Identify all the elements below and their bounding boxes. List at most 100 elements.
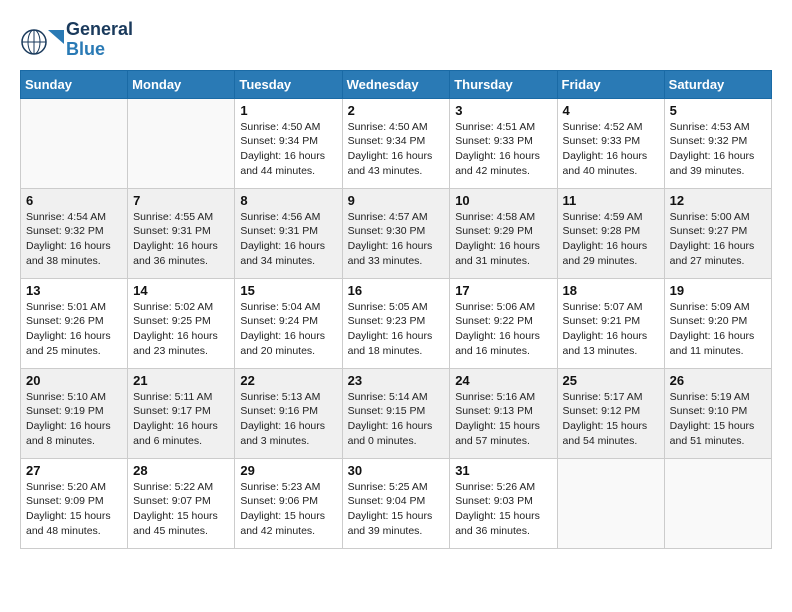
day-info: Sunrise: 5:25 AM Sunset: 9:04 PM Dayligh… (348, 480, 445, 539)
day-info: Sunrise: 5:01 AM Sunset: 9:26 PM Dayligh… (26, 300, 122, 359)
calendar-cell: 15 Sunrise: 5:04 AM Sunset: 9:24 PM Dayli… (235, 278, 342, 368)
calendar-week-row: 6 Sunrise: 4:54 AM Sunset: 9:32 PM Daylig… (21, 188, 772, 278)
day-number: 17 (455, 283, 551, 298)
day-number: 11 (563, 193, 659, 208)
day-info: Sunrise: 4:57 AM Sunset: 9:30 PM Dayligh… (348, 210, 445, 269)
day-info: Sunrise: 5:20 AM Sunset: 9:09 PM Dayligh… (26, 480, 122, 539)
logo-blue-text: Blue (66, 40, 133, 60)
calendar-week-row: 20 Sunrise: 5:10 AM Sunset: 9:19 PM Dayli… (21, 368, 772, 458)
day-info: Sunrise: 5:26 AM Sunset: 9:03 PM Dayligh… (455, 480, 551, 539)
day-info: Sunrise: 5:11 AM Sunset: 9:17 PM Dayligh… (133, 390, 229, 449)
day-info: Sunrise: 4:54 AM Sunset: 9:32 PM Dayligh… (26, 210, 122, 269)
day-header-wednesday: Wednesday (342, 70, 450, 98)
logo-icon (20, 22, 64, 58)
calendar-cell: 5 Sunrise: 4:53 AM Sunset: 9:32 PM Daylig… (664, 98, 771, 188)
day-number: 12 (670, 193, 766, 208)
day-info: Sunrise: 5:22 AM Sunset: 9:07 PM Dayligh… (133, 480, 229, 539)
day-info: Sunrise: 4:52 AM Sunset: 9:33 PM Dayligh… (563, 120, 659, 179)
day-info: Sunrise: 5:09 AM Sunset: 9:20 PM Dayligh… (670, 300, 766, 359)
day-number: 4 (563, 103, 659, 118)
day-info: Sunrise: 5:06 AM Sunset: 9:22 PM Dayligh… (455, 300, 551, 359)
day-info: Sunrise: 5:07 AM Sunset: 9:21 PM Dayligh… (563, 300, 659, 359)
day-number: 31 (455, 463, 551, 478)
calendar-cell: 20 Sunrise: 5:10 AM Sunset: 9:19 PM Dayli… (21, 368, 128, 458)
calendar-cell: 9 Sunrise: 4:57 AM Sunset: 9:30 PM Daylig… (342, 188, 450, 278)
calendar-cell: 19 Sunrise: 5:09 AM Sunset: 9:20 PM Dayli… (664, 278, 771, 368)
day-header-tuesday: Tuesday (235, 70, 342, 98)
day-info: Sunrise: 4:50 AM Sunset: 9:34 PM Dayligh… (240, 120, 336, 179)
calendar-cell: 23 Sunrise: 5:14 AM Sunset: 9:15 PM Dayli… (342, 368, 450, 458)
calendar-cell: 27Sunrise: 5:20 AM Sunset: 9:09 PM Dayli… (21, 458, 128, 548)
day-header-saturday: Saturday (664, 70, 771, 98)
calendar-header-row: SundayMondayTuesdayWednesdayThursdayFrid… (21, 70, 772, 98)
calendar-cell: 17 Sunrise: 5:06 AM Sunset: 9:22 PM Dayli… (450, 278, 557, 368)
day-number: 5 (670, 103, 766, 118)
day-info: Sunrise: 5:10 AM Sunset: 9:19 PM Dayligh… (26, 390, 122, 449)
calendar-cell: 21 Sunrise: 5:11 AM Sunset: 9:17 PM Dayli… (128, 368, 235, 458)
calendar-cell: 26Sunrise: 5:19 AM Sunset: 9:10 PM Dayli… (664, 368, 771, 458)
day-header-sunday: Sunday (21, 70, 128, 98)
day-info: Sunrise: 5:04 AM Sunset: 9:24 PM Dayligh… (240, 300, 336, 359)
calendar-cell: 30 Sunrise: 5:25 AM Sunset: 9:04 PM Dayli… (342, 458, 450, 548)
calendar-cell: 7Sunrise: 4:55 AM Sunset: 9:31 PM Daylig… (128, 188, 235, 278)
day-number: 10 (455, 193, 551, 208)
day-number: 20 (26, 373, 122, 388)
calendar-cell (664, 458, 771, 548)
day-info: Sunrise: 4:50 AM Sunset: 9:34 PM Dayligh… (348, 120, 445, 179)
day-number: 26 (670, 373, 766, 388)
day-info: Sunrise: 5:00 AM Sunset: 9:27 PM Dayligh… (670, 210, 766, 269)
calendar-cell (128, 98, 235, 188)
day-number: 1 (240, 103, 336, 118)
day-info: Sunrise: 5:02 AM Sunset: 9:25 PM Dayligh… (133, 300, 229, 359)
day-header-thursday: Thursday (450, 70, 557, 98)
day-number: 21 (133, 373, 229, 388)
logo: General Blue (20, 20, 133, 60)
calendar-cell: 18 Sunrise: 5:07 AM Sunset: 9:21 PM Dayli… (557, 278, 664, 368)
day-number: 18 (563, 283, 659, 298)
day-number: 8 (240, 193, 336, 208)
day-info: Sunrise: 4:55 AM Sunset: 9:31 PM Dayligh… (133, 210, 229, 269)
day-number: 3 (455, 103, 551, 118)
day-number: 6 (26, 193, 122, 208)
day-header-monday: Monday (128, 70, 235, 98)
calendar-cell: 4 Sunrise: 4:52 AM Sunset: 9:33 PM Daylig… (557, 98, 664, 188)
day-info: Sunrise: 4:51 AM Sunset: 9:33 PM Dayligh… (455, 120, 551, 179)
day-info: Sunrise: 5:13 AM Sunset: 9:16 PM Dayligh… (240, 390, 336, 449)
calendar-cell: 8Sunrise: 4:56 AM Sunset: 9:31 PM Daylig… (235, 188, 342, 278)
calendar-cell: 25Sunrise: 5:17 AM Sunset: 9:12 PM Dayli… (557, 368, 664, 458)
calendar-cell: 6 Sunrise: 4:54 AM Sunset: 9:32 PM Daylig… (21, 188, 128, 278)
calendar-cell (21, 98, 128, 188)
page-header: General Blue (20, 20, 772, 60)
calendar-week-row: 13Sunrise: 5:01 AM Sunset: 9:26 PM Dayli… (21, 278, 772, 368)
calendar-cell: 14Sunrise: 5:02 AM Sunset: 9:25 PM Dayli… (128, 278, 235, 368)
calendar-cell: 31 Sunrise: 5:26 AM Sunset: 9:03 PM Dayli… (450, 458, 557, 548)
day-info: Sunrise: 5:14 AM Sunset: 9:15 PM Dayligh… (348, 390, 445, 449)
day-info: Sunrise: 4:59 AM Sunset: 9:28 PM Dayligh… (563, 210, 659, 269)
day-number: 30 (348, 463, 445, 478)
day-info: Sunrise: 5:05 AM Sunset: 9:23 PM Dayligh… (348, 300, 445, 359)
calendar-cell (557, 458, 664, 548)
calendar-cell: 11 Sunrise: 4:59 AM Sunset: 9:28 PM Dayli… (557, 188, 664, 278)
calendar-cell: 12 Sunrise: 5:00 AM Sunset: 9:27 PM Dayli… (664, 188, 771, 278)
calendar-cell: 1 Sunrise: 4:50 AM Sunset: 9:34 PM Daylig… (235, 98, 342, 188)
day-info: Sunrise: 4:58 AM Sunset: 9:29 PM Dayligh… (455, 210, 551, 269)
day-info: Sunrise: 5:23 AM Sunset: 9:06 PM Dayligh… (240, 480, 336, 539)
day-number: 23 (348, 373, 445, 388)
day-info: Sunrise: 4:53 AM Sunset: 9:32 PM Dayligh… (670, 120, 766, 179)
day-info: Sunrise: 5:16 AM Sunset: 9:13 PM Dayligh… (455, 390, 551, 449)
calendar-cell: 3 Sunrise: 4:51 AM Sunset: 9:33 PM Daylig… (450, 98, 557, 188)
day-number: 15 (240, 283, 336, 298)
day-number: 2 (348, 103, 445, 118)
calendar-cell: 24Sunrise: 5:16 AM Sunset: 9:13 PM Dayli… (450, 368, 557, 458)
calendar-table: SundayMondayTuesdayWednesdayThursdayFrid… (20, 70, 772, 549)
day-number: 19 (670, 283, 766, 298)
calendar-cell: 28 Sunrise: 5:22 AM Sunset: 9:07 PM Dayli… (128, 458, 235, 548)
day-number: 28 (133, 463, 229, 478)
calendar-week-row: 27Sunrise: 5:20 AM Sunset: 9:09 PM Dayli… (21, 458, 772, 548)
day-number: 9 (348, 193, 445, 208)
calendar-cell: 16Sunrise: 5:05 AM Sunset: 9:23 PM Dayli… (342, 278, 450, 368)
day-info: Sunrise: 5:17 AM Sunset: 9:12 PM Dayligh… (563, 390, 659, 449)
calendar-week-row: 1 Sunrise: 4:50 AM Sunset: 9:34 PM Daylig… (21, 98, 772, 188)
calendar-cell: 13Sunrise: 5:01 AM Sunset: 9:26 PM Dayli… (21, 278, 128, 368)
logo-general-text: General (66, 20, 133, 40)
